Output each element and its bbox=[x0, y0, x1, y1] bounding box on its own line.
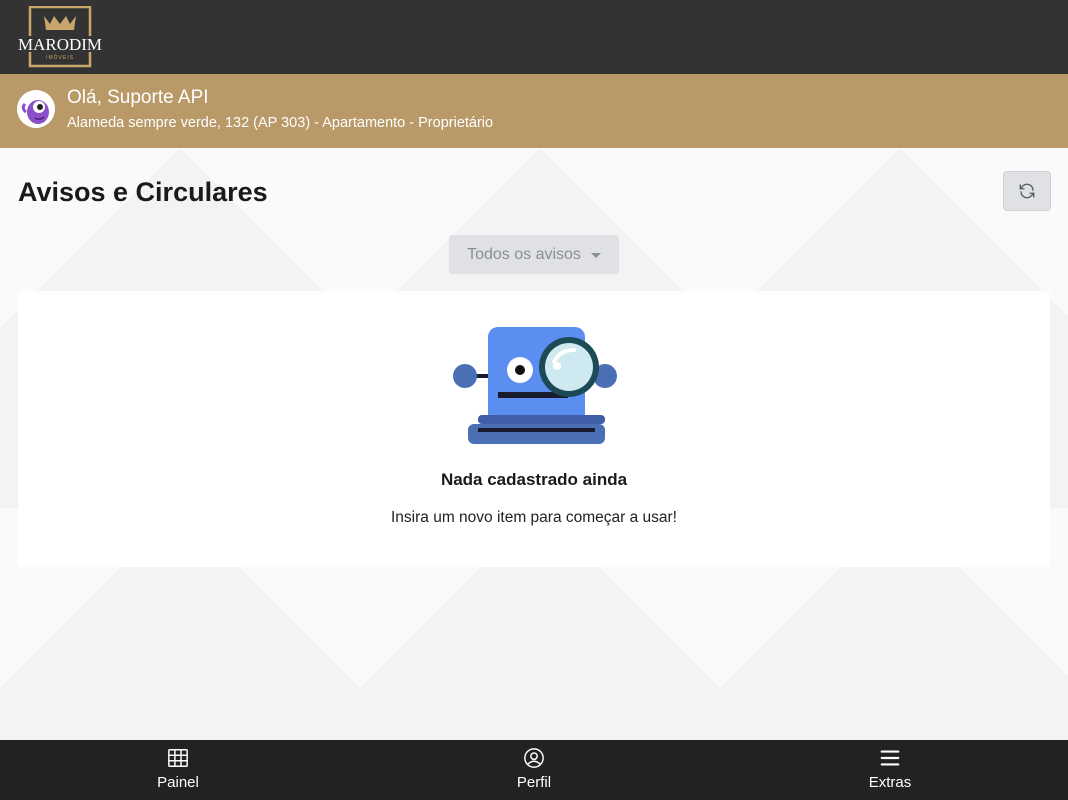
caret-down-icon bbox=[590, 253, 601, 258]
page-title: Avisos e Circulares bbox=[18, 177, 268, 207]
nav-label-perfil: Perfil bbox=[516, 774, 552, 791]
refresh-button[interactable] bbox=[1003, 171, 1051, 211]
nav-item-painel[interactable]: Painel bbox=[0, 740, 356, 800]
user-address: Alameda sempre verde, 132 (AP 303) - Apa… bbox=[67, 115, 494, 131]
nav-label-painel: Painel bbox=[157, 774, 199, 791]
empty-state-subtitle: Insira um novo item para começar a usar! bbox=[390, 509, 677, 526]
filter-selected-label: Todos os avisos bbox=[467, 245, 581, 263]
nav-item-extras[interactable]: Extras bbox=[712, 740, 1068, 800]
grid-icon bbox=[168, 749, 188, 767]
user-greeting: Olá, Suporte API bbox=[67, 87, 209, 108]
bottom-navigation: Painel Perfil Extras bbox=[0, 740, 1068, 800]
purple-monster-avatar-icon bbox=[17, 90, 55, 128]
nav-item-perfil[interactable]: Perfil bbox=[356, 740, 712, 800]
marodim-logo: MARODIM IMÓVEIS bbox=[18, 6, 102, 68]
user-bar bbox=[0, 74, 1068, 148]
top-bar: MARODIM IMÓVEIS bbox=[0, 0, 1068, 74]
empty-state-title: Nada cadastrado ainda bbox=[440, 470, 628, 489]
refresh-icon bbox=[1019, 183, 1035, 199]
robot-magnifier-illustration bbox=[453, 327, 617, 444]
user-avatar[interactable] bbox=[17, 90, 55, 128]
menu-icon bbox=[880, 750, 900, 766]
user-circle-icon bbox=[524, 748, 544, 768]
brand-tagline: IMÓVEIS bbox=[46, 54, 74, 61]
filter-dropdown[interactable]: Todos os avisos bbox=[449, 235, 619, 274]
brand-name: MARODIM bbox=[18, 35, 102, 54]
nav-label-extras: Extras bbox=[868, 774, 912, 791]
